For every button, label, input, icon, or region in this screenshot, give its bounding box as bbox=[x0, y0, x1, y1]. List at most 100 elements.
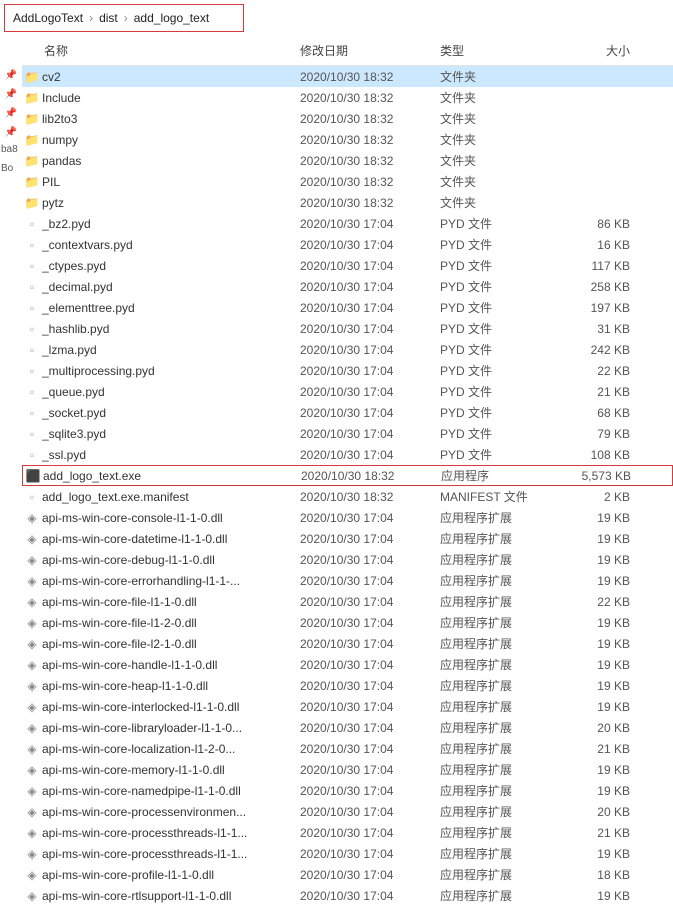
file-row[interactable]: ◈api-ms-win-core-memory-l1-1-0.dll2020/1… bbox=[22, 759, 673, 780]
dll-icon: ◈ bbox=[22, 700, 42, 714]
breadcrumb[interactable]: AddLogoText › dist › add_logo_text bbox=[4, 4, 244, 32]
file-row[interactable]: 📁lib2to32020/10/30 18:32文件夹 bbox=[22, 108, 673, 129]
file-row[interactable]: ◈api-ms-win-core-namedpipe-l1-1-0.dll202… bbox=[22, 780, 673, 801]
file-type: PYD 文件 bbox=[440, 404, 558, 421]
file-date: 2020/10/30 17:04 bbox=[300, 763, 440, 777]
folder-icon: 📁 bbox=[22, 112, 42, 126]
dll-icon: ◈ bbox=[22, 784, 42, 798]
file-row[interactable]: ⬛add_logo_text.exe2020/10/30 18:32应用程序5,… bbox=[22, 465, 673, 486]
file-name: cv2 bbox=[42, 70, 300, 84]
file-type: PYD 文件 bbox=[440, 341, 558, 358]
crumb-1[interactable]: dist bbox=[99, 11, 118, 25]
file-type: 文件夹 bbox=[440, 68, 558, 85]
file-row[interactable]: 📁Include2020/10/30 18:32文件夹 bbox=[22, 87, 673, 108]
file-row[interactable]: ◈api-ms-win-core-processthreads-l1-1...2… bbox=[22, 822, 673, 843]
dll-icon: ◈ bbox=[22, 889, 42, 903]
file-date: 2020/10/30 18:32 bbox=[300, 196, 440, 210]
file-size: 19 KB bbox=[558, 847, 648, 861]
file-type: PYD 文件 bbox=[440, 299, 558, 316]
file-row[interactable]: ▫_decimal.pyd2020/10/30 17:04PYD 文件258 K… bbox=[22, 276, 673, 297]
file-row[interactable]: ◈api-ms-win-core-errorhandling-l1-1-...2… bbox=[22, 570, 673, 591]
file-row[interactable]: ◈api-ms-win-core-processenvironmen...202… bbox=[22, 801, 673, 822]
file-icon: ▫ bbox=[22, 301, 42, 315]
file-row[interactable]: ▫_sqlite3.pyd2020/10/30 17:04PYD 文件79 KB bbox=[22, 423, 673, 444]
file-name: _multiprocessing.pyd bbox=[42, 364, 300, 378]
header-name[interactable]: 名称 bbox=[22, 42, 300, 59]
file-row[interactable]: ◈api-ms-win-core-profile-l1-1-0.dll2020/… bbox=[22, 864, 673, 885]
file-row[interactable]: ◈api-ms-win-core-rtlsupport-l1-1-0.dll20… bbox=[22, 885, 673, 906]
header-size[interactable]: 大小 bbox=[558, 42, 648, 59]
file-date: 2020/10/30 17:04 bbox=[300, 532, 440, 546]
file-row[interactable]: ▫_hashlib.pyd2020/10/30 17:04PYD 文件31 KB bbox=[22, 318, 673, 339]
file-name: _lzma.pyd bbox=[42, 343, 300, 357]
file-type: 文件夹 bbox=[440, 152, 558, 169]
file-row[interactable]: ▫_socket.pyd2020/10/30 17:04PYD 文件68 KB bbox=[22, 402, 673, 423]
file-type: 应用程序扩展 bbox=[440, 509, 558, 526]
file-row[interactable]: ▫_lzma.pyd2020/10/30 17:04PYD 文件242 KB bbox=[22, 339, 673, 360]
file-row[interactable]: ◈api-ms-win-core-handle-l1-1-0.dll2020/1… bbox=[22, 654, 673, 675]
file-type: 应用程序扩展 bbox=[440, 530, 558, 547]
file-row[interactable]: 📁pandas2020/10/30 18:32文件夹 bbox=[22, 150, 673, 171]
file-type: 应用程序扩展 bbox=[440, 593, 558, 610]
file-type: 文件夹 bbox=[440, 131, 558, 148]
file-name: api-ms-win-core-debug-l1-1-0.dll bbox=[42, 553, 300, 567]
file-name: api-ms-win-core-profile-l1-1-0.dll bbox=[42, 868, 300, 882]
quick-item[interactable]: Bo bbox=[0, 161, 22, 176]
dll-icon: ◈ bbox=[22, 658, 42, 672]
file-name: _decimal.pyd bbox=[42, 280, 300, 294]
file-row[interactable]: ◈api-ms-win-core-datetime-l1-1-0.dll2020… bbox=[22, 528, 673, 549]
header-type[interactable]: 类型 bbox=[440, 42, 558, 59]
file-row[interactable]: ◈api-ms-win-core-localization-l1-2-0...2… bbox=[22, 738, 673, 759]
dll-icon: ◈ bbox=[22, 847, 42, 861]
file-row[interactable]: 📁numpy2020/10/30 18:32文件夹 bbox=[22, 129, 673, 150]
file-row[interactable]: ▫_ctypes.pyd2020/10/30 17:04PYD 文件117 KB bbox=[22, 255, 673, 276]
file-row[interactable]: ◈api-ms-win-core-debug-l1-1-0.dll2020/10… bbox=[22, 549, 673, 570]
file-type: 应用程序扩展 bbox=[440, 761, 558, 778]
file-size: 19 KB bbox=[558, 700, 648, 714]
file-row[interactable]: ▫_bz2.pyd2020/10/30 17:04PYD 文件86 KB bbox=[22, 213, 673, 234]
file-row[interactable]: ◈api-ms-win-core-processthreads-l1-1...2… bbox=[22, 843, 673, 864]
file-row[interactable]: ▫_multiprocessing.pyd2020/10/30 17:04PYD… bbox=[22, 360, 673, 381]
pin-icon[interactable]: 📌 bbox=[0, 104, 22, 123]
file-size: 19 KB bbox=[558, 889, 648, 903]
file-name: api-ms-win-core-file-l1-2-0.dll bbox=[42, 616, 300, 630]
file-type: PYD 文件 bbox=[440, 383, 558, 400]
file-row[interactable]: ◈api-ms-win-core-interlocked-l1-1-0.dll2… bbox=[22, 696, 673, 717]
file-row[interactable]: ▫_ssl.pyd2020/10/30 17:04PYD 文件108 KB bbox=[22, 444, 673, 465]
file-row[interactable]: 📁pytz2020/10/30 18:32文件夹 bbox=[22, 192, 673, 213]
header-date[interactable]: 修改日期 bbox=[300, 42, 440, 59]
file-row[interactable]: ◈api-ms-win-core-file-l1-2-0.dll2020/10/… bbox=[22, 612, 673, 633]
file-name: api-ms-win-core-localization-l1-2-0... bbox=[42, 742, 300, 756]
file-type: PYD 文件 bbox=[440, 278, 558, 295]
quick-item[interactable]: ba8 bbox=[0, 142, 22, 157]
file-row[interactable]: ▫_queue.pyd2020/10/30 17:04PYD 文件21 KB bbox=[22, 381, 673, 402]
file-row[interactable]: ◈api-ms-win-core-heap-l1-1-0.dll2020/10/… bbox=[22, 675, 673, 696]
file-date: 2020/10/30 17:04 bbox=[300, 595, 440, 609]
file-row[interactable]: ▫_elementtree.pyd2020/10/30 17:04PYD 文件1… bbox=[22, 297, 673, 318]
dll-icon: ◈ bbox=[22, 511, 42, 525]
file-name: pytz bbox=[42, 196, 300, 210]
file-type: 应用程序扩展 bbox=[440, 719, 558, 736]
pin-icon[interactable]: 📌 bbox=[0, 66, 22, 85]
file-date: 2020/10/30 17:04 bbox=[300, 826, 440, 840]
file-icon: ▫ bbox=[22, 448, 42, 462]
file-row[interactable]: ◈api-ms-win-core-console-l1-1-0.dll2020/… bbox=[22, 507, 673, 528]
file-icon: ▫ bbox=[22, 238, 42, 252]
crumb-2[interactable]: add_logo_text bbox=[134, 11, 209, 25]
pin-icon[interactable]: 📌 bbox=[0, 123, 22, 142]
file-row[interactable]: ◈api-ms-win-core-libraryloader-l1-1-0...… bbox=[22, 717, 673, 738]
file-row[interactable]: ◈api-ms-win-core-file-l1-1-0.dll2020/10/… bbox=[22, 591, 673, 612]
file-list: 📁cv22020/10/30 18:32文件夹📁Include2020/10/3… bbox=[22, 66, 673, 906]
file-row[interactable]: 📁cv22020/10/30 18:32文件夹 bbox=[22, 66, 673, 87]
file-row[interactable]: ◈api-ms-win-core-file-l2-1-0.dll2020/10/… bbox=[22, 633, 673, 654]
file-type: PYD 文件 bbox=[440, 236, 558, 253]
pin-icon[interactable]: 📌 bbox=[0, 85, 22, 104]
file-row[interactable]: ▫add_logo_text.exe.manifest2020/10/30 18… bbox=[22, 486, 673, 507]
file-date: 2020/10/30 17:04 bbox=[300, 784, 440, 798]
file-row[interactable]: 📁PIL2020/10/30 18:32文件夹 bbox=[22, 171, 673, 192]
file-size: 21 KB bbox=[558, 826, 648, 840]
file-row[interactable]: ▫_contextvars.pyd2020/10/30 17:04PYD 文件1… bbox=[22, 234, 673, 255]
dll-icon: ◈ bbox=[22, 595, 42, 609]
crumb-0[interactable]: AddLogoText bbox=[13, 11, 83, 25]
file-date: 2020/10/30 17:04 bbox=[300, 280, 440, 294]
